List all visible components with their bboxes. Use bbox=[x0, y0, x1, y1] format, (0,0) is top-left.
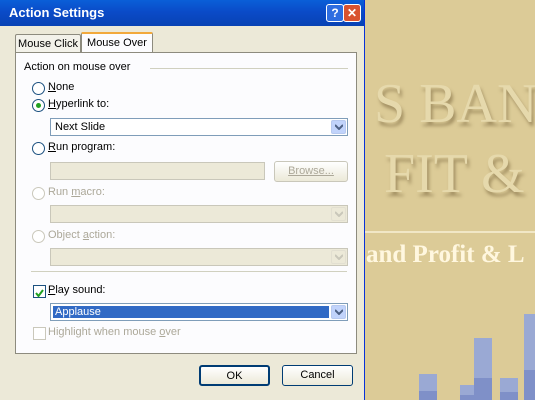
cancel-button[interactable]: Cancel bbox=[282, 365, 353, 386]
highlight-checkbox[interactable] bbox=[33, 327, 46, 340]
label-text: acro: bbox=[80, 186, 105, 198]
label-text: one bbox=[55, 81, 75, 93]
label-accel: N bbox=[48, 81, 56, 93]
action-settings-dialog: Action Settings ? ✕ Mouse Click Mouse Ov… bbox=[0, 0, 365, 400]
label-accel: H bbox=[48, 98, 56, 110]
label-text: Object bbox=[48, 229, 83, 241]
label-text: un program: bbox=[55, 141, 116, 153]
browse-button[interactable]: Browse... bbox=[274, 161, 348, 182]
tab-panel: Action on mouse over None Hyperlink to: … bbox=[15, 52, 357, 354]
radio-object-action[interactable] bbox=[32, 230, 45, 243]
radio-run-macro-label: Run macro: bbox=[48, 186, 105, 198]
tab-mouse-click[interactable]: Mouse Click bbox=[15, 34, 81, 52]
tab-mouse-over[interactable]: Mouse Over bbox=[81, 32, 153, 53]
object-action-select[interactable] bbox=[50, 248, 348, 266]
sound-select-value: Applause bbox=[53, 306, 329, 318]
browse-label: Browse... bbox=[288, 165, 334, 177]
slide-preview: S BANK FIT & L and Profit & L bbox=[364, 0, 535, 400]
label-accel: R bbox=[48, 141, 56, 153]
label-text: Highlight when mouse bbox=[48, 326, 160, 338]
checkmark-icon bbox=[35, 289, 44, 298]
radio-none-label: None bbox=[48, 81, 74, 93]
dialog-title: Action Settings bbox=[9, 5, 105, 20]
radio-hyperlink[interactable] bbox=[32, 99, 45, 112]
slide-title-line2: FIT & L bbox=[384, 143, 535, 205]
chevron-down-icon[interactable] bbox=[331, 207, 346, 221]
slide-chart-bar bbox=[500, 378, 518, 400]
section-divider bbox=[31, 271, 347, 272]
slide-chart-bar bbox=[419, 374, 437, 400]
group-title: Action on mouse over bbox=[24, 61, 131, 73]
label-text: ction: bbox=[88, 229, 116, 241]
label-text: yperlink to: bbox=[55, 98, 110, 110]
slide-chart-bar bbox=[524, 314, 535, 400]
ok-button[interactable]: OK bbox=[199, 365, 270, 386]
label-text: Run bbox=[48, 186, 72, 198]
chevron-down-icon[interactable] bbox=[331, 305, 346, 319]
run-program-input[interactable] bbox=[50, 162, 265, 180]
radio-run-program[interactable] bbox=[32, 142, 45, 155]
radio-run-program-label: Run program: bbox=[48, 141, 115, 153]
group-divider bbox=[150, 68, 348, 69]
hyperlink-select[interactable]: Next Slide bbox=[50, 118, 348, 136]
close-button[interactable]: ✕ bbox=[343, 4, 361, 22]
radio-selected-dot bbox=[36, 103, 41, 108]
hyperlink-select-value: Next Slide bbox=[55, 121, 106, 133]
run-macro-select[interactable] bbox=[50, 205, 348, 223]
play-sound-label: Play sound: bbox=[48, 284, 106, 296]
radio-hyperlink-label: Hyperlink to: bbox=[48, 98, 109, 110]
radio-object-action-label: Object action: bbox=[48, 229, 115, 241]
slide-subtitle: and Profit & L bbox=[366, 241, 525, 268]
label-text: ver bbox=[165, 326, 181, 338]
chevron-down-icon[interactable] bbox=[331, 250, 346, 264]
slide-title-line1: S BANK bbox=[374, 73, 535, 135]
radio-run-macro[interactable] bbox=[32, 187, 45, 200]
title-bar[interactable]: Action Settings ? ✕ bbox=[0, 0, 364, 26]
label-text: lay sound: bbox=[55, 284, 106, 296]
highlight-label: Highlight when mouse over bbox=[48, 326, 181, 338]
slide-divider bbox=[364, 231, 535, 233]
sound-select[interactable]: Applause bbox=[50, 303, 348, 321]
chevron-down-icon[interactable] bbox=[331, 120, 346, 134]
play-sound-checkbox[interactable] bbox=[33, 285, 46, 298]
slide-chart-bar bbox=[474, 338, 492, 400]
radio-none[interactable] bbox=[32, 82, 45, 95]
help-button[interactable]: ? bbox=[326, 4, 344, 22]
